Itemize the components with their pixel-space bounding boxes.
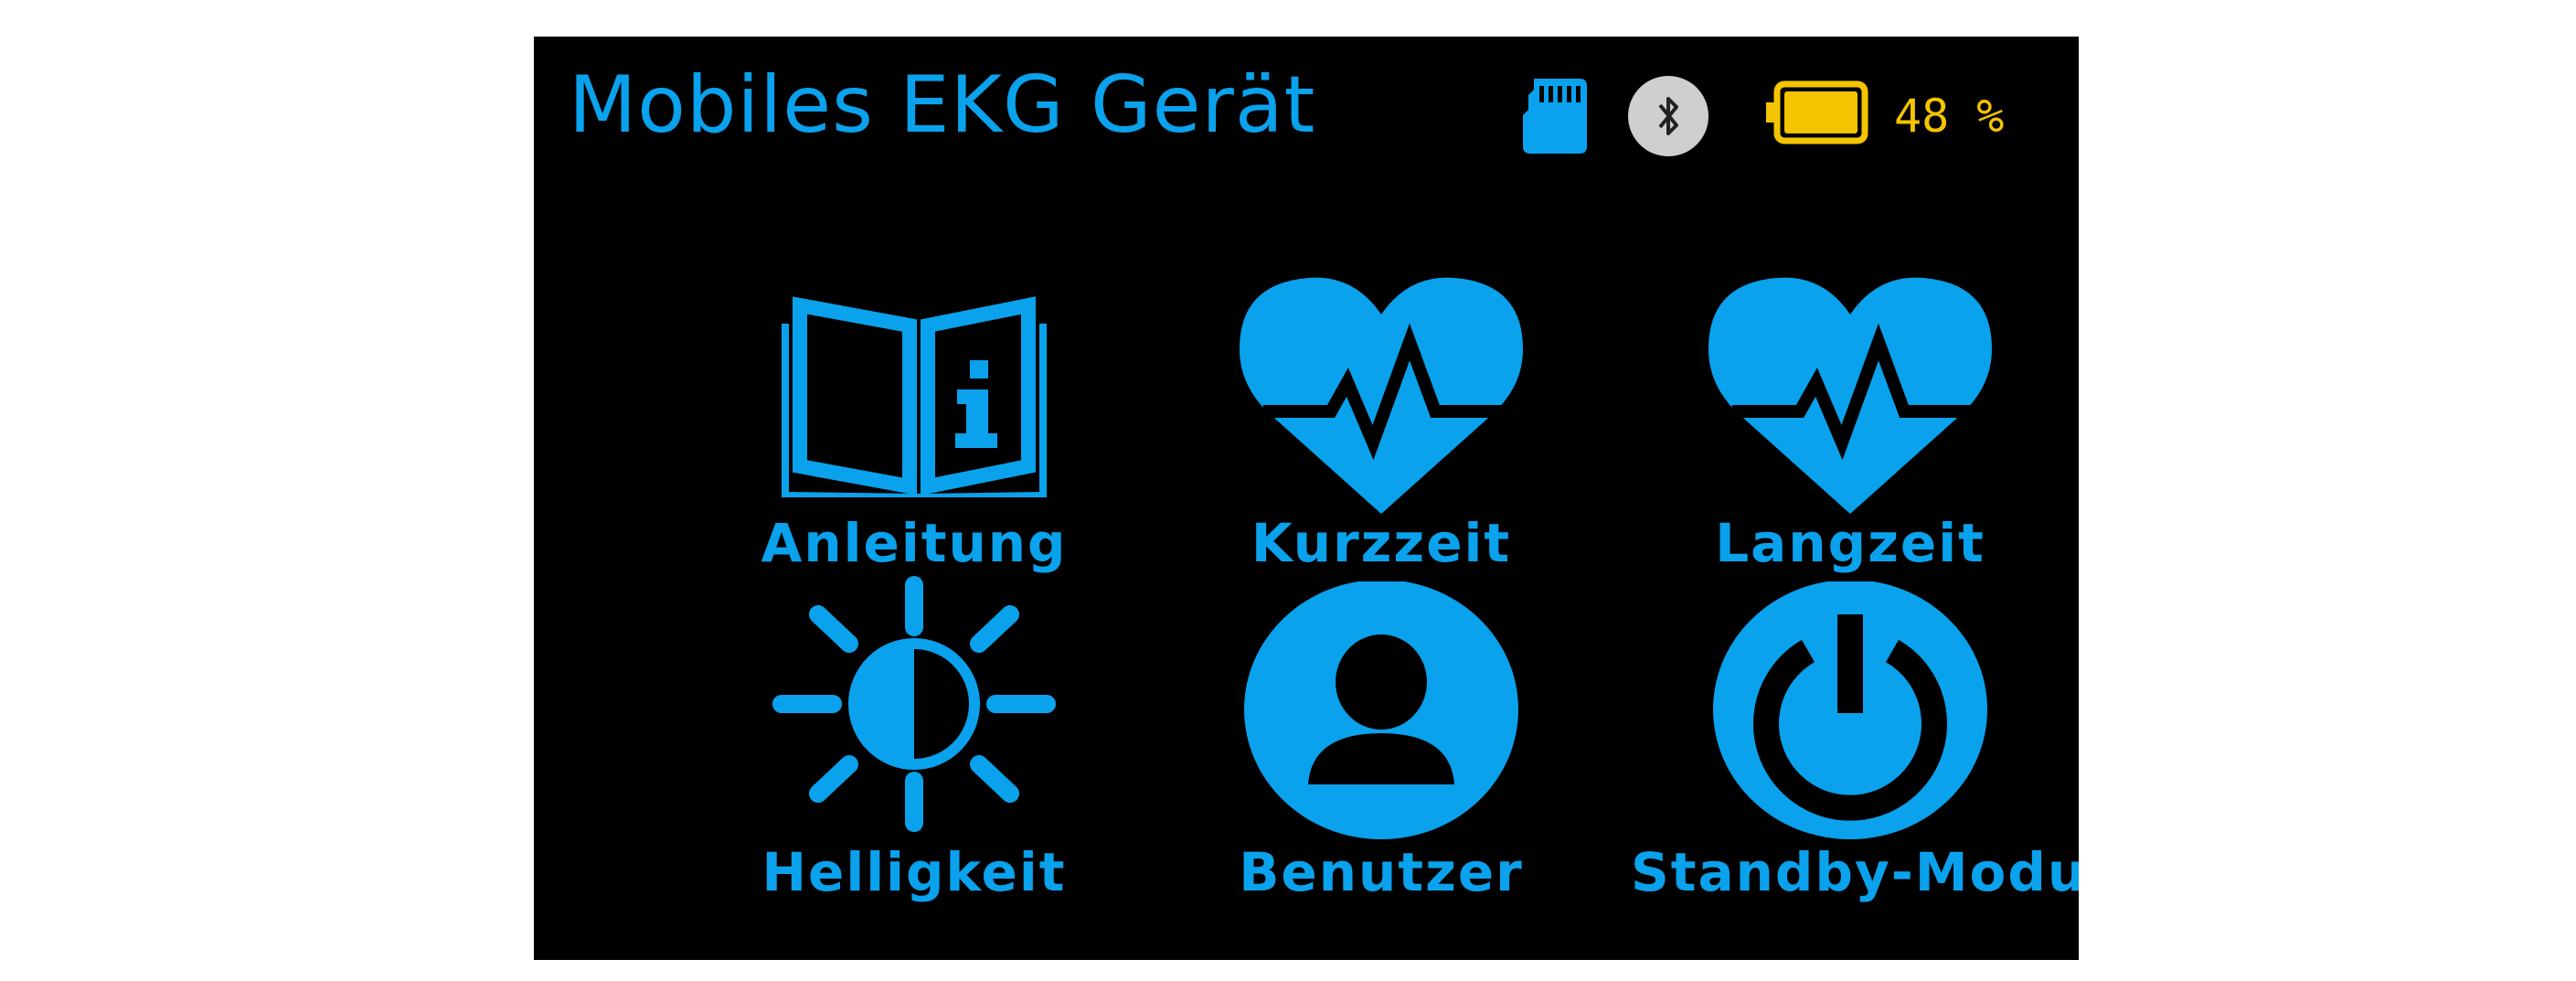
- menu-item-label: Langzeit: [1715, 512, 1985, 574]
- sd-card-icon: [1523, 79, 1587, 154]
- heart-ecg-icon: [1708, 277, 1992, 514]
- heart-ecg-icon: [1240, 277, 1523, 514]
- menu-item-standby-modus[interactable]: Standby-Modus: [1631, 576, 2079, 923]
- app-title: Mobiles EKG Gerät: [569, 59, 1316, 151]
- user-icon: [1244, 581, 1518, 839]
- menu-item-label: Standby-Modus: [1631, 841, 2079, 903]
- menu-item-label: Kurzzeit: [1251, 512, 1512, 574]
- menu-item-helligkeit[interactable]: Helligkeit: [731, 576, 1097, 923]
- menu-item-kurzzeit[interactable]: Kurzzeit: [1198, 247, 1564, 594]
- manual-book-icon: [782, 296, 1047, 497]
- bluetooth-icon: [1628, 76, 1708, 156]
- menu-item-benutzer[interactable]: Benutzer: [1198, 576, 1564, 923]
- power-icon: [1713, 581, 1987, 839]
- brightness-sun-icon: [772, 576, 1056, 832]
- menu-item-label: Helligkeit: [761, 841, 1067, 903]
- menu-item-anleitung[interactable]: Anleitung: [731, 247, 1097, 594]
- menu-item-label: Anleitung: [761, 512, 1068, 574]
- device-screen: Mobiles EKG Gerät 48 % Anleitung Kurzzei…: [534, 37, 2079, 960]
- menu-item-langzeit[interactable]: Langzeit: [1667, 247, 2033, 594]
- battery-icon: [1766, 80, 1868, 144]
- menu-item-label: Benutzer: [1239, 841, 1524, 903]
- battery-percentage: 48 %: [1894, 90, 2005, 143]
